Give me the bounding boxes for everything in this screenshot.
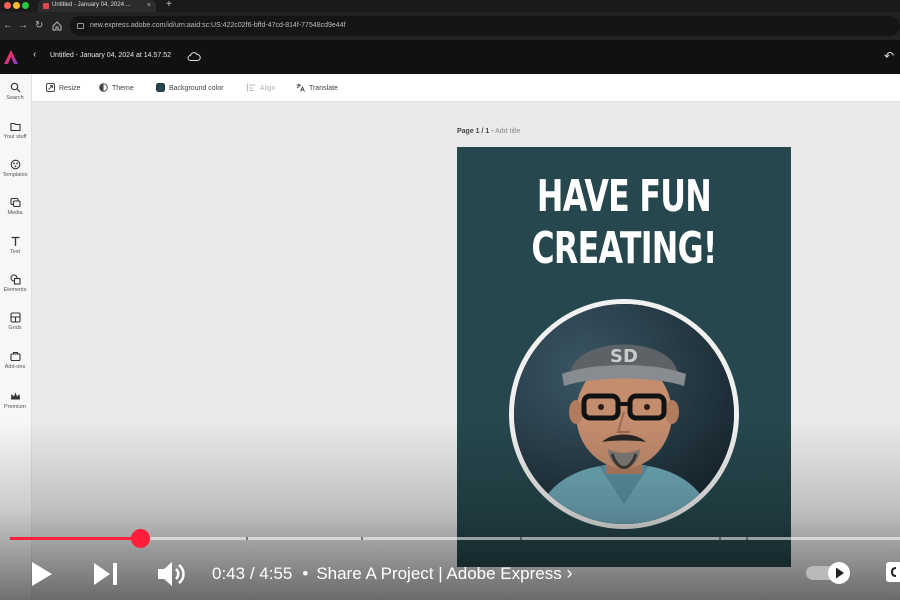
- chapter-marker: [719, 537, 722, 540]
- page-number: Page 1 / 1: [457, 128, 490, 135]
- sidebar-item-label: Grids: [8, 325, 22, 331]
- close-window-button[interactable]: [4, 2, 11, 9]
- progress-played: [10, 537, 140, 540]
- volume-icon[interactable]: [157, 560, 187, 588]
- forward-arrow-icon[interactable]: →: [18, 20, 28, 31]
- title-separator-dot: •: [302, 564, 309, 583]
- chapter-marker: [360, 537, 363, 540]
- translate-label: Translate: [309, 85, 338, 92]
- cloud-sync-icon[interactable]: [187, 51, 201, 62]
- close-tab-icon[interactable]: ×: [147, 0, 151, 11]
- progress-scrubber-handle[interactable]: [130, 529, 150, 548]
- headline-line-2[interactable]: CREATING!: [504, 223, 744, 274]
- browser-tab-title: Untitled - January 04, 2024 ...: [52, 2, 131, 8]
- sidebar-item-label: Add-ons: [4, 364, 26, 370]
- addons-icon: [9, 351, 21, 362]
- site-info-icon[interactable]: [77, 23, 84, 29]
- play-button[interactable]: [30, 561, 54, 587]
- screen: Untitled - January 04, 2024 ... × + ← → …: [0, 0, 900, 600]
- resize-button[interactable]: Resize: [46, 83, 80, 92]
- app-header: ‹ Untitled - January 04, 2024 at 14.57.5…: [0, 40, 900, 74]
- resize-icon: [46, 83, 55, 92]
- sidebar-item-label: Search: [6, 95, 24, 101]
- captions-icon[interactable]: [884, 560, 900, 584]
- text-icon: [11, 236, 19, 246]
- home-icon[interactable]: [52, 21, 62, 31]
- chevron-right-icon[interactable]: ›: [566, 563, 572, 583]
- folder-icon: [9, 122, 21, 132]
- zoom-window-button[interactable]: [22, 2, 29, 9]
- align-button[interactable]: Align: [247, 83, 276, 92]
- grids-icon: [9, 312, 21, 323]
- sidebar-item-label: Your stuff: [3, 134, 27, 140]
- chapter-marker: [746, 537, 749, 540]
- align-icon: [247, 83, 255, 92]
- translate-icon: [296, 84, 305, 92]
- sidebar-item-premium[interactable]: Premium: [0, 391, 30, 410]
- sidebar-item-label: Media: [7, 210, 23, 216]
- editor-toolbar: Resize Theme Background color Align Tran…: [32, 74, 900, 102]
- media-icon: [9, 197, 21, 208]
- reload-icon[interactable]: ↻: [35, 20, 43, 31]
- align-label: Align: [260, 85, 276, 92]
- chapter-marker: [245, 537, 248, 540]
- background-color-button[interactable]: Background color: [156, 83, 223, 92]
- undo-icon[interactable]: ↶: [884, 49, 894, 63]
- sidebar-item-grids[interactable]: Grids: [0, 312, 30, 331]
- sidebar-item-label: Premium: [3, 404, 26, 410]
- svg-text:SD: SD: [610, 346, 638, 367]
- sidebar-item-templates[interactable]: Templates: [0, 159, 30, 178]
- color-swatch-icon: [156, 83, 165, 92]
- minimize-window-button[interactable]: [13, 2, 20, 9]
- background-color-label: Background color: [169, 85, 224, 92]
- back-chevron-icon[interactable]: ‹: [33, 49, 36, 60]
- elements-icon: [9, 274, 21, 285]
- sidebar-item-text[interactable]: Text: [0, 236, 30, 255]
- next-video-button[interactable]: [93, 562, 119, 586]
- adobe-express-favicon: [43, 3, 49, 9]
- sidebar-item-label: Text: [9, 249, 21, 255]
- current-time: 0:43: [212, 564, 246, 583]
- sidebar-item-search[interactable]: Search: [0, 82, 30, 101]
- browser-tab-bar: Untitled - January 04, 2024 ... × +: [0, 0, 900, 12]
- new-tab-icon[interactable]: +: [166, 0, 172, 10]
- video-progress-bar[interactable]: [10, 529, 900, 548]
- page-title-label: Page 1 / 1 - Add title: [457, 128, 520, 135]
- duration: 4:55: [259, 564, 293, 583]
- translate-button[interactable]: Translate: [296, 83, 338, 92]
- theme-label: Theme: [112, 85, 134, 92]
- url-field[interactable]: new.express.adobe.com/id/urn:aaid:sc:US:…: [70, 16, 900, 36]
- add-title-link[interactable]: Add title: [495, 128, 520, 135]
- chapter-marker: [519, 537, 522, 540]
- search-icon: [10, 82, 20, 93]
- browser-tab[interactable]: Untitled - January 04, 2024 ... ×: [38, 0, 156, 12]
- adobe-express-logo[interactable]: [3, 49, 19, 65]
- browser-address-bar: ← → ↻ new.express.adobe.com/id/urn:aaid:…: [0, 12, 900, 40]
- video-time-and-title: 0:43 / 4:55 • Share A Project | Adobe Expr…: [212, 563, 572, 584]
- premium-icon: [10, 392, 20, 400]
- sidebar-item-elements[interactable]: Elements: [0, 274, 30, 293]
- templates-icon: [10, 159, 20, 170]
- sidebar-item-media[interactable]: Media: [0, 197, 30, 216]
- document-title[interactable]: Untitled - January 04, 2024 at 14.57.52: [50, 52, 171, 59]
- sidebar-item-label: Templates: [2, 172, 28, 178]
- theme-button[interactable]: Theme: [99, 83, 134, 92]
- time-separator: /: [245, 564, 260, 583]
- theme-icon: [99, 83, 108, 92]
- sidebar-item-add-ons[interactable]: Add-ons: [0, 351, 30, 370]
- sidebar-item-your-stuff[interactable]: Your stuff: [0, 121, 30, 140]
- resize-label: Resize: [59, 85, 81, 92]
- video-title[interactable]: Share A Project | Adobe Express: [316, 564, 561, 583]
- headline-line-1[interactable]: HAVE FUN: [504, 171, 744, 222]
- sidebar-item-label: Elements: [3, 287, 27, 293]
- back-arrow-icon[interactable]: ←: [3, 20, 13, 31]
- url-text: new.express.adobe.com/id/urn:aaid:sc:US:…: [90, 22, 346, 29]
- autoplay-toggle[interactable]: [806, 562, 852, 584]
